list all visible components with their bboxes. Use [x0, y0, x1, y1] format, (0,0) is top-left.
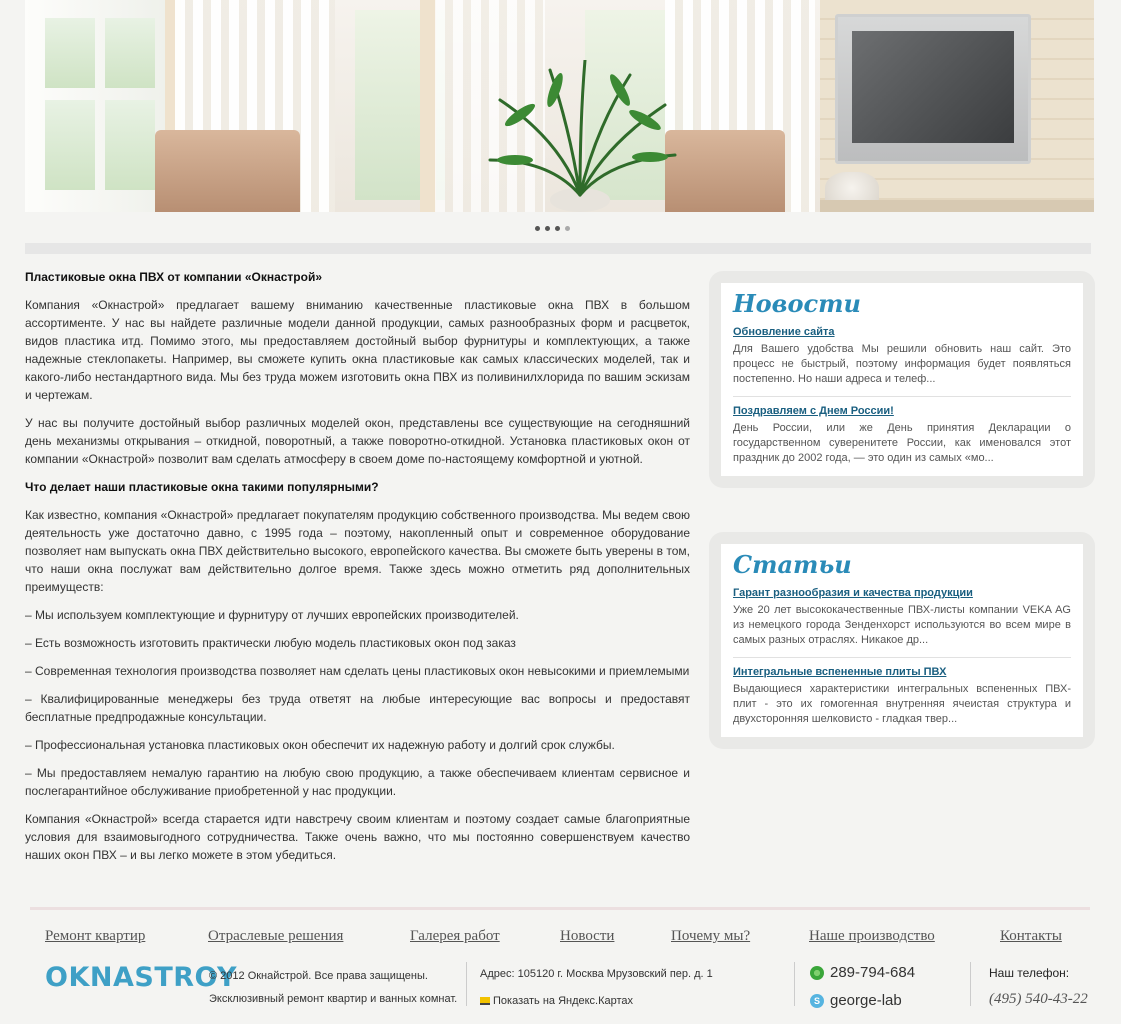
- footer-nav-news[interactable]: Новости: [560, 928, 614, 945]
- hero-banner: [25, 0, 1094, 212]
- map-icon: [480, 997, 490, 1005]
- benefit-item: – Профессиональная установка пластиковых…: [25, 738, 615, 752]
- news-item-text: Для Вашего удобства Мы решили обновить н…: [733, 343, 1071, 385]
- tagline: Эксклюзивный ремонт квартир и ванных ком…: [209, 993, 458, 1005]
- banner-window-pane: [45, 18, 95, 88]
- content-paragraph: Как известно, компания «Окнастрой» предл…: [25, 508, 690, 594]
- articles-box: Статьи Гарант разнообразия и качества пр…: [709, 532, 1095, 749]
- banner-window-pane: [45, 100, 95, 190]
- footer-nav-why-us[interactable]: Почему мы?: [671, 928, 750, 945]
- benefit-item: – Мы используем комплектующие и фурнитур…: [25, 608, 519, 622]
- news-item-text: День России, или же День принятия Деклар…: [733, 422, 1071, 464]
- page-title: Пластиковые окна ПВХ от компании «Окнаст…: [25, 270, 323, 284]
- banner-shelf: [820, 200, 1094, 212]
- banner-window-pane: [105, 100, 155, 190]
- news-item-link[interactable]: Обновление сайта: [733, 326, 1071, 338]
- content-paragraph: Компания «Окнастрой» предлагает вашему в…: [25, 298, 690, 402]
- footer-nav-production[interactable]: Наше производство: [809, 928, 935, 945]
- news-separator: [733, 396, 1071, 397]
- footer-nav-gallery[interactable]: Галерея работ: [410, 928, 500, 945]
- footer-divider: [30, 907, 1090, 910]
- skype-name: george-lab: [830, 992, 902, 1009]
- banner-chair: [155, 130, 300, 212]
- map-link[interactable]: Показать на Яндекс.Картах: [480, 995, 633, 1007]
- news-title: Новости: [733, 289, 861, 318]
- skype-contact: S george-lab: [810, 992, 902, 1009]
- benefit-item: – Современная технология производства по…: [25, 664, 690, 678]
- banner-plant: [488, 60, 677, 212]
- main-content: Пластиковые окна ПВХ от компании «Окнаст…: [25, 268, 690, 874]
- footer-separator: [794, 962, 795, 1006]
- map-link-label: Показать на Яндекс.Картах: [493, 995, 634, 1007]
- slider-dot[interactable]: [555, 226, 560, 231]
- phone-label: Наш телефон:: [989, 966, 1070, 980]
- banner-window-frame: [420, 0, 436, 212]
- content-paragraph: Компания «Окнастрой» всегда старается ид…: [25, 812, 690, 862]
- phone-number: (495) 540-43-22: [989, 991, 1088, 1007]
- section-subtitle: Что делает наши пластиковые окна такими …: [25, 480, 379, 494]
- article-item-link[interactable]: Интегральные вспененные плиты ПВХ: [733, 666, 1071, 678]
- icq-number: 289-794-684: [830, 964, 916, 981]
- skype-icon: S: [810, 993, 824, 1008]
- footer-separator: [466, 962, 467, 1006]
- banner-tv: [835, 14, 1031, 164]
- news-box: Новости Обновление сайта Для Вашего удоб…: [709, 271, 1095, 488]
- footer-nav-repair[interactable]: Ремонт квартир: [45, 928, 145, 945]
- address: Адрес: 105120 г. Москва Мрузовский пер. …: [480, 968, 713, 980]
- icq-contact: 289-794-684: [810, 964, 915, 981]
- benefit-item: – Есть возможность изготовить практическ…: [25, 636, 516, 650]
- banner-window-pane: [105, 18, 155, 88]
- footer-nav-industry[interactable]: Отраслевые решения: [208, 928, 343, 945]
- articles-title: Статьи: [733, 550, 852, 579]
- article-item-text: Уже 20 лет высококачественные ПВХ-листы …: [733, 604, 1071, 646]
- articles-separator: [733, 657, 1071, 658]
- footer-nav-contacts[interactable]: Контакты: [1000, 928, 1062, 945]
- benefit-item: – Мы предоставляем немалую гарантию на л…: [25, 766, 690, 798]
- article-item-link[interactable]: Гарант разнообразия и качества продукции: [733, 587, 1071, 599]
- icq-icon: [810, 965, 824, 980]
- benefit-item: – Квалифицированные менеджеры без труда …: [25, 692, 690, 724]
- footer-separator: [970, 962, 971, 1006]
- banner-chair: [665, 130, 785, 212]
- content-paragraph: У нас вы получите достойный выбор различ…: [25, 416, 690, 466]
- copyright: © 2012 Окнайстрой. Все права защищены.: [209, 970, 428, 982]
- slider-dots: [535, 226, 570, 231]
- content-divider: [25, 243, 1091, 254]
- slider-dot[interactable]: [535, 226, 540, 231]
- article-item-text: Выдающиеся характеристики интегральных в…: [733, 683, 1071, 725]
- news-item-link[interactable]: Поздравляем с Днем России!: [733, 405, 1071, 417]
- slider-dot-active[interactable]: [565, 226, 570, 231]
- slider-dot[interactable]: [545, 226, 550, 231]
